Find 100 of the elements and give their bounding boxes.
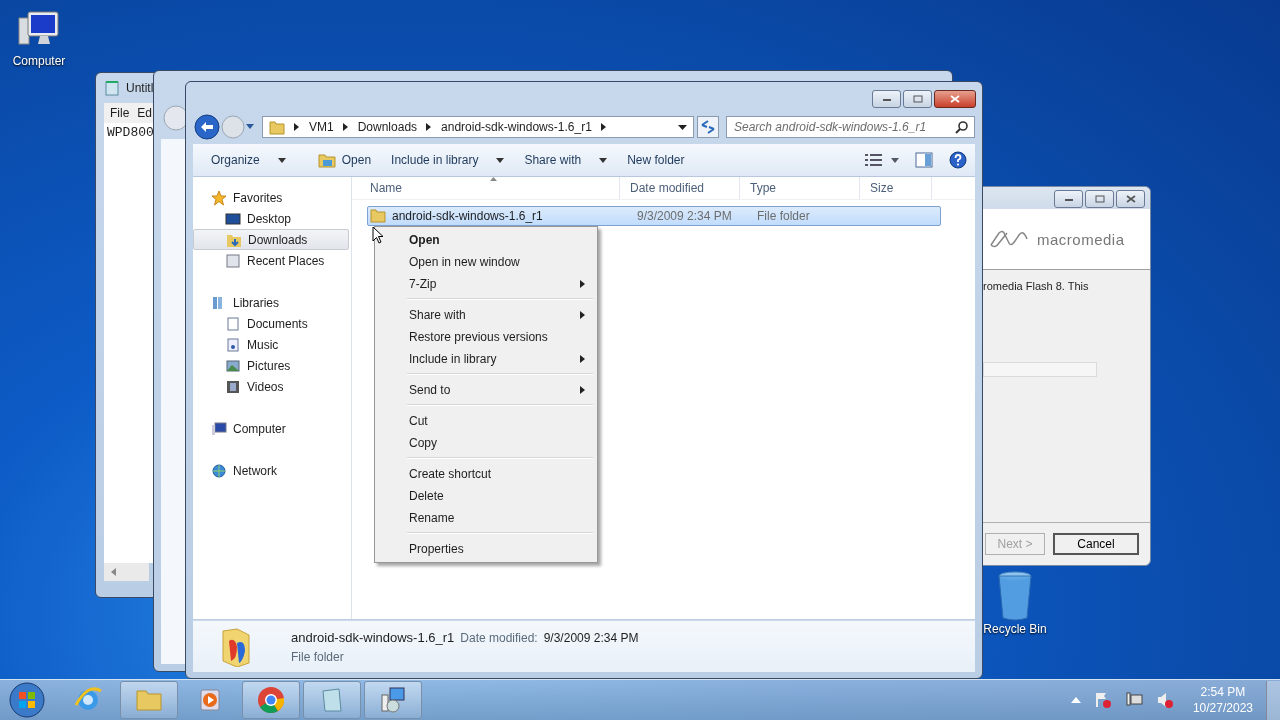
menu-item[interactable]: Send to [377, 379, 595, 401]
document-text: WPD800 [107, 125, 154, 140]
monitor-icon[interactable] [225, 210, 241, 227]
logo-text: macromedia [1037, 230, 1125, 248]
help-icon[interactable] [949, 151, 967, 169]
back-button-icon[interactable] [194, 114, 220, 140]
toolbar-button[interactable]: Open [297, 148, 380, 172]
view-options-icon[interactable] [865, 153, 899, 167]
description-text: romedia Flash 8. This [983, 280, 1090, 292]
nav-item[interactable]: Desktop [193, 208, 349, 229]
chrome-icon[interactable] [256, 685, 286, 715]
toolbar-button[interactable]: Share with [516, 149, 616, 171]
nav-item[interactable]: Music [193, 334, 349, 355]
nav-item[interactable]: Computer [193, 418, 349, 439]
chevron-icon[interactable] [426, 123, 433, 131]
close-button[interactable] [1116, 190, 1145, 208]
menu-item[interactable]: Share with [377, 304, 595, 326]
cancel-button[interactable]: Cancel [1053, 533, 1139, 555]
minimize-button[interactable] [872, 90, 901, 108]
monitor-icon[interactable] [211, 420, 227, 437]
column-header[interactable]: Type [740, 177, 860, 199]
desktop-icon-label[interactable]: Recycle Bin [983, 622, 1047, 636]
nav-item[interactable]: Network [193, 460, 349, 481]
column-header[interactable]: Date modified [620, 177, 740, 199]
toolbar-button[interactable]: New folder [619, 149, 693, 171]
recycle-bin-icon[interactable] [995, 570, 1035, 622]
maximize-button[interactable] [1085, 190, 1114, 208]
speaker-icon[interactable] [1155, 691, 1174, 709]
nav-item[interactable]: Pictures [193, 355, 349, 376]
close-icon[interactable] [1125, 195, 1136, 203]
window-title: Untitl [126, 81, 154, 95]
menu-item[interactable]: Open in new window [377, 251, 595, 273]
caret-icon[interactable] [277, 157, 286, 163]
minimize-button[interactable] [1054, 190, 1083, 208]
installer-icon[interactable] [378, 685, 408, 715]
close-button[interactable] [934, 90, 976, 108]
chevron-icon[interactable] [294, 123, 300, 131]
minimize-icon[interactable] [881, 96, 892, 102]
menu-item[interactable]: Include in library [377, 348, 595, 370]
taskbar-app-button[interactable] [242, 681, 300, 719]
menu-item[interactable]: Delete [377, 485, 595, 507]
start-button-icon[interactable] [8, 681, 46, 719]
nav-item[interactable]: Videos [193, 376, 349, 397]
toolbar-button[interactable]: Organize [203, 149, 294, 171]
file-name: android-sdk-windows-1.6_r1 [368, 209, 627, 223]
star-icon[interactable] [211, 189, 227, 206]
menu-item[interactable]: Rename [377, 507, 595, 529]
network-icon[interactable] [1124, 691, 1143, 709]
maximize-button[interactable] [903, 90, 932, 108]
maximize-icon[interactable] [912, 95, 923, 103]
address-bar[interactable]: VM1 Downloads android-sdk-windows-1.6_r1 [262, 116, 694, 138]
submenu-arrow-icon [580, 280, 585, 288]
toolbar-button[interactable]: Include in library [383, 149, 513, 171]
input-field[interactable] [983, 362, 1097, 377]
nav-item[interactable]: Documents [193, 313, 349, 334]
breadcrumb-item[interactable]: android-sdk-windows-1.6_r1 [441, 120, 592, 134]
show-hidden-icons-icon[interactable] [1070, 697, 1081, 703]
submenu-arrow-icon [580, 355, 585, 363]
breadcrumb-item[interactable]: Downloads [357, 120, 418, 134]
column-header[interactable]: Size [860, 177, 932, 199]
menu-item[interactable]: Properties [377, 538, 595, 560]
menu-item[interactable]: Ed [137, 106, 153, 120]
preview-pane-icon[interactable] [915, 152, 933, 168]
submenu-arrow-icon [580, 386, 585, 394]
menu-item[interactable]: Cut [377, 410, 595, 432]
chevron-icon[interactable] [600, 123, 607, 131]
menu-item[interactable]: Copy [377, 432, 595, 454]
taskbar-app-button[interactable] [364, 681, 422, 719]
menu-item[interactable]: File [110, 106, 130, 120]
nav-item[interactable]: Libraries [193, 292, 349, 313]
nav-item[interactable]: Favorites [193, 187, 349, 208]
file-type-text: File folder [291, 649, 345, 664]
breadcrumb-item[interactable]: VM1 [309, 120, 334, 134]
chevron-icon[interactable] [342, 123, 349, 131]
globe-icon[interactable] [211, 462, 227, 479]
left-arrow-icon[interactable] [109, 567, 119, 577]
caret-icon[interactable] [599, 157, 608, 163]
submenu-arrow-icon [580, 311, 585, 319]
desktop-icon-label[interactable]: Computer [12, 54, 66, 68]
minimize-icon[interactable] [1063, 196, 1074, 202]
flag-icon[interactable] [1093, 691, 1112, 709]
property-value: 9/3/2009 2:34 PM [543, 630, 639, 645]
menu-item[interactable]: Restore previous versions [377, 326, 595, 348]
open-folder-icon[interactable] [317, 152, 336, 168]
property-label: Date modified: [460, 630, 538, 645]
date-cell-text: 9/3/2009 2:34 PM [636, 209, 733, 223]
caret-icon[interactable] [496, 157, 505, 163]
horizontal-scrollbar[interactable] [104, 563, 149, 581]
file-row[interactable]: android-sdk-windows-1.6_r1 9/3/2009 2:34 PM File folder [367, 206, 941, 226]
dropdown-icon[interactable] [678, 124, 687, 130]
menu-item[interactable]: 7-Zip [377, 273, 595, 295]
type-cell-text: File folder [756, 209, 811, 223]
search-icon[interactable] [955, 120, 969, 134]
search-field[interactable]: Search android-sdk-windows-1.6_r1 [726, 116, 975, 138]
menu-item[interactable]: Create shortcut [377, 463, 595, 485]
nav-item[interactable]: Downloads [193, 229, 349, 250]
nav-item[interactable]: Recent Places [193, 250, 349, 271]
maximize-icon[interactable] [1094, 195, 1105, 203]
notepad-icon [104, 80, 120, 96]
refresh-icon[interactable] [697, 116, 719, 138]
